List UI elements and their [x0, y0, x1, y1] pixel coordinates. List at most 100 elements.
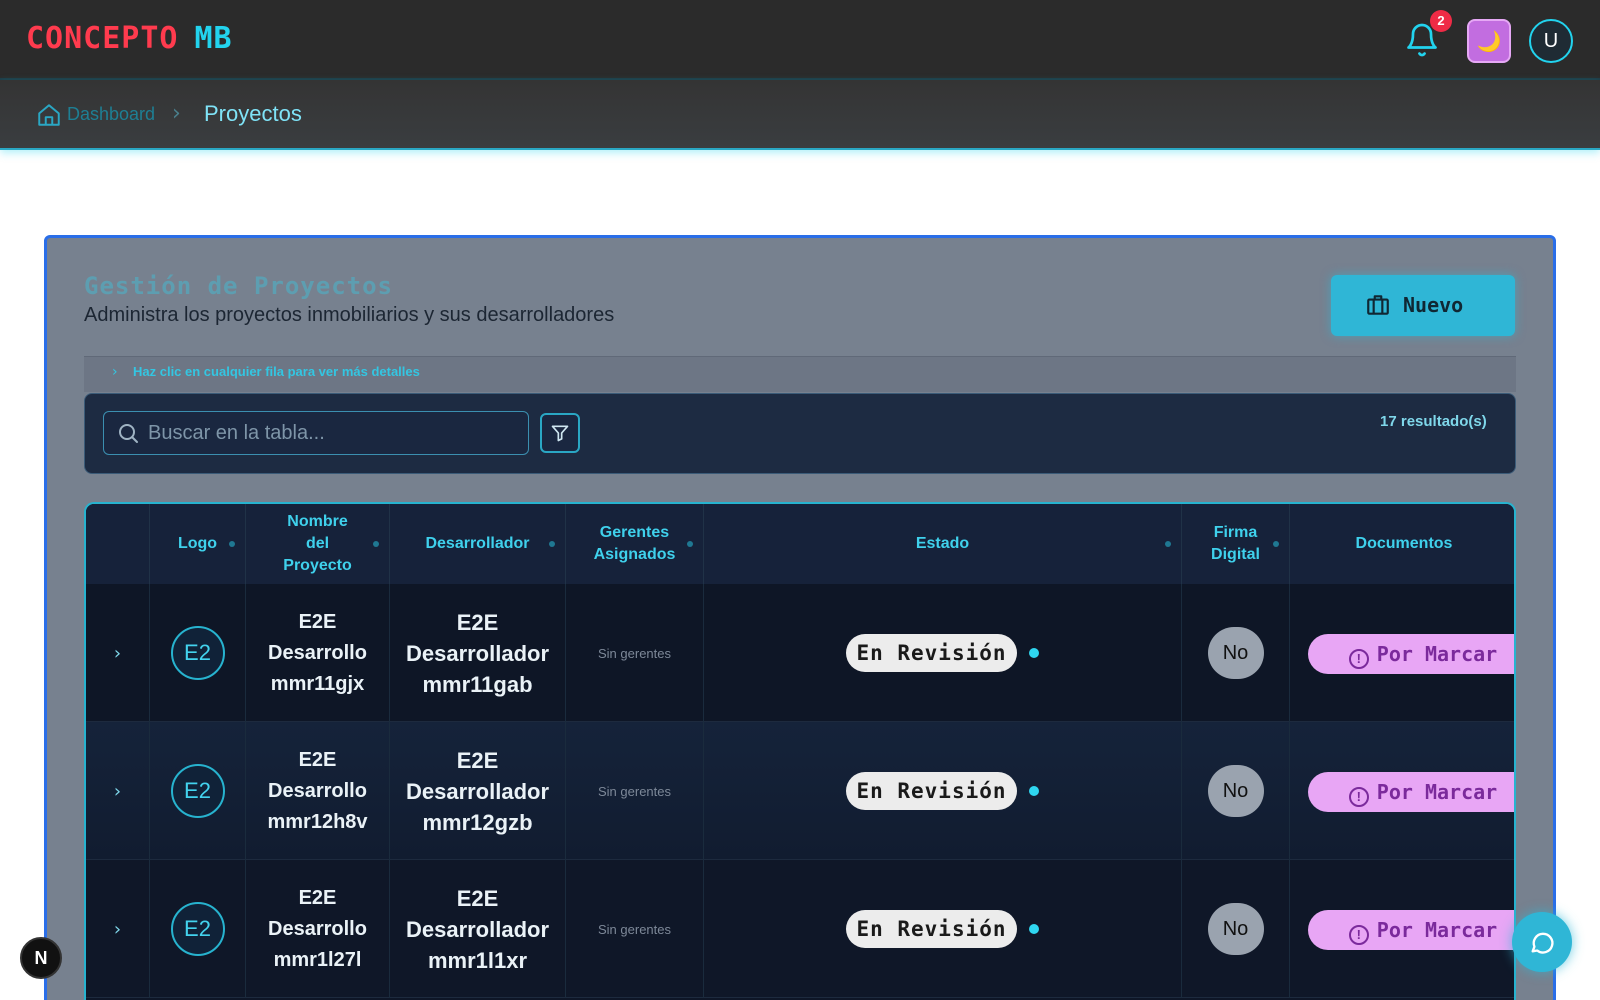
header-text: Nombre: [287, 513, 348, 530]
developer-name-line: Desarrollador: [405, 640, 550, 666]
alert-circle-icon: !: [1348, 787, 1369, 807]
expand-row-icon[interactable]: ›: [114, 643, 121, 664]
results-count: 17 resultado(s): [1380, 413, 1487, 430]
project-name-line: mmr1l27l: [273, 948, 362, 971]
theme-toggle-button[interactable]: 🌙: [1467, 19, 1511, 63]
developer-name-line: mmr1l1xr: [427, 947, 528, 973]
header-text: del: [305, 535, 330, 552]
project-name: E2E Desarrollo mmr1l27l: [268, 883, 367, 976]
project-logo: E2: [170, 626, 225, 680]
developer-name-line: E2E: [456, 747, 499, 773]
header-status-label: Estado: [915, 535, 970, 552]
breadcrumb-current: Proyectos: [204, 101, 302, 126]
brand-part-1: CONCEPTO: [26, 21, 179, 56]
alert-circle-icon: !: [1348, 649, 1369, 669]
header-text: Proyecto: [283, 557, 352, 574]
table-row[interactable]: › E2 E2E Desarrollo mmr12h8v E2E Desarrolla…: [86, 722, 1514, 860]
page-subtitle: Administra los proyectos inmobiliarios y…: [84, 304, 615, 326]
managers-value: Sin gerentes: [598, 645, 671, 661]
search-icon: [119, 424, 138, 443]
sort-icon[interactable]: [229, 541, 235, 547]
header-documents[interactable]: Documentos: [1290, 504, 1514, 584]
sort-icon[interactable]: [1165, 541, 1171, 547]
chat-button[interactable]: [1512, 912, 1572, 972]
developer-name-line: E2E: [456, 609, 499, 635]
home-icon[interactable]: [36, 102, 62, 128]
filter-icon: [551, 425, 569, 442]
sort-icon[interactable]: [373, 541, 379, 547]
header-text: Asignados: [593, 546, 676, 563]
header-expand: [86, 504, 150, 584]
alert-circle-icon: !: [1348, 925, 1369, 945]
status-badge: En Revisión: [846, 634, 1017, 672]
signature-badge: No: [1207, 765, 1264, 817]
status-dot: [1028, 786, 1039, 796]
header-developer[interactable]: Desarrollador: [390, 504, 566, 584]
documents-label: Por Marcar: [1376, 642, 1498, 666]
status-badge: En Revisión: [846, 910, 1017, 948]
new-button-label: Nuevo: [1403, 293, 1464, 317]
header-text: Firma: [1213, 524, 1258, 541]
project-name-line: E2E: [298, 886, 337, 909]
project-name-line: mmr12h8v: [267, 810, 368, 833]
project-name-line: E2E: [298, 610, 337, 633]
header-project-name[interactable]: Nombre del Proyecto: [246, 504, 390, 584]
brand-part-2: MB: [194, 21, 233, 56]
project-name: E2E Desarrollo mmr12h8v: [267, 745, 367, 838]
developer-name-line: mmr11gab: [422, 671, 533, 697]
project-name-line: mmr11gjx: [270, 672, 365, 695]
developer-name-line: Desarrollador: [405, 916, 550, 942]
developer-name: E2E Desarrollador mmr12gzb: [406, 745, 549, 838]
table-row[interactable]: › E2 E2E Desarrollo mmr11gjx E2E Desarrolla…: [86, 584, 1514, 722]
developer-name-line: E2E: [456, 885, 499, 911]
header-managers[interactable]: Gerentes Asignados: [566, 504, 704, 584]
brand-logo[interactable]: CONCEPTO MB: [26, 20, 233, 58]
project-name: E2E Desarrollo mmr11gjx: [268, 607, 367, 700]
moon-icon: 🌙: [1476, 29, 1502, 53]
table-row[interactable]: › E2 E2E Desarrollo mmr1l27l E2E Desarrolla…: [86, 860, 1514, 998]
breadcrumb-separator: ›: [172, 101, 181, 126]
header-project-name-label: Nombre del Proyecto: [283, 511, 351, 577]
page-title: Gestión de Proyectos: [84, 272, 393, 300]
managers-value: Sin gerentes: [598, 783, 671, 799]
project-logo: E2: [170, 764, 225, 818]
header-logo-label: Logo: [177, 535, 218, 552]
header-text: Digital: [1211, 546, 1260, 563]
projects-table: Logo Nombre del Proyecto Desarrollador Ger…: [84, 502, 1516, 1000]
documents-badge[interactable]: ! Por Marcar: [1308, 772, 1514, 812]
sort-icon[interactable]: [687, 541, 693, 547]
header-text: Gerentes: [599, 524, 670, 541]
chat-bubble-icon: [1531, 932, 1554, 954]
new-project-button[interactable]: Nuevo: [1331, 275, 1515, 336]
developer-name-line: mmr12gzb: [422, 809, 533, 835]
status-badge: En Revisión: [846, 772, 1017, 810]
header-logo[interactable]: Logo: [150, 504, 246, 584]
header-signature[interactable]: Firma Digital: [1182, 504, 1290, 584]
search-input[interactable]: [148, 414, 518, 452]
signature-badge: No: [1207, 627, 1264, 679]
developer-name: E2E Desarrollador mmr1l1xr: [406, 883, 549, 976]
documents-badge[interactable]: ! Por Marcar: [1308, 634, 1514, 674]
documents-label: Por Marcar: [1376, 918, 1498, 942]
breadcrumb-dashboard-link[interactable]: Dashboard: [67, 104, 155, 125]
project-name-line: Desarrollo: [268, 641, 367, 664]
chevron-right-icon: ›: [112, 364, 118, 380]
header-status[interactable]: Estado: [704, 504, 1182, 584]
project-name-line: Desarrollo: [268, 917, 367, 940]
expand-row-icon[interactable]: ›: [114, 781, 121, 802]
header-signature-label: Firma Digital: [1211, 522, 1260, 566]
signature-badge: No: [1207, 903, 1264, 955]
user-avatar[interactable]: U: [1529, 19, 1573, 63]
sort-icon[interactable]: [1273, 541, 1279, 547]
managers-value: Sin gerentes: [598, 921, 671, 937]
header-documents-label: Documentos: [1355, 535, 1453, 552]
status-dot: [1028, 648, 1039, 658]
sort-icon[interactable]: [549, 541, 555, 547]
project-name-line: Desarrollo: [268, 779, 367, 802]
dev-tools-badge[interactable]: N: [20, 937, 62, 979]
documents-badge[interactable]: ! Por Marcar: [1308, 910, 1514, 950]
status-dot: [1028, 924, 1039, 934]
table-header: Logo Nombre del Proyecto Desarrollador Ger…: [86, 504, 1514, 584]
expand-row-icon[interactable]: ›: [114, 919, 121, 940]
filter-button[interactable]: [540, 413, 580, 453]
